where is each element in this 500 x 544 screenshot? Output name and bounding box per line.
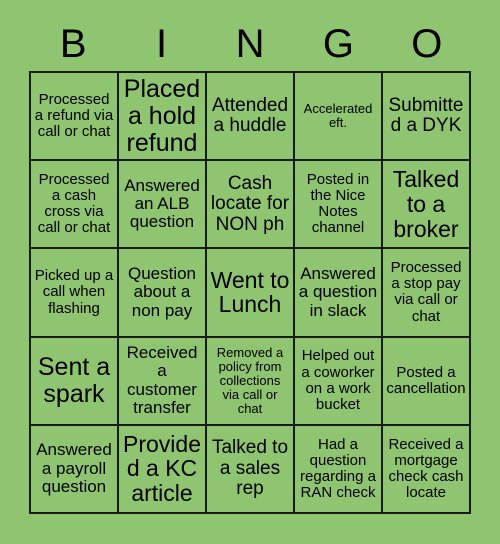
bingo-cell[interactable]: Talked to a sales rep xyxy=(207,425,295,514)
bingo-cell-label: Accelerated eft. xyxy=(303,101,373,131)
header-letter-i: I xyxy=(156,22,168,66)
bingo-cell[interactable]: Attended a huddle xyxy=(207,73,295,162)
bingo-cell-label: Processed a refund via call or chat xyxy=(34,90,114,141)
bingo-card: B I N G O Processed a refund via call or… xyxy=(0,0,500,544)
bingo-cell-label: Answered a question in slack xyxy=(298,263,378,320)
bingo-cell-label: Answered a payroll question xyxy=(36,440,112,497)
bingo-cell-label: Submitted a DYK xyxy=(388,94,464,137)
bingo-cell[interactable]: Answered a payroll question xyxy=(31,425,119,514)
bingo-cell[interactable]: Submitted a DYK xyxy=(383,73,471,162)
bingo-cell[interactable]: Went to Lunch xyxy=(207,249,295,338)
bingo-cell-label: Helped out a coworker on a work bucket xyxy=(301,347,375,413)
bingo-cell-label: Cash locate for NON ph xyxy=(210,172,290,235)
bingo-cell-label: Provided a KC article xyxy=(123,430,201,507)
bingo-cell[interactable]: Placed a hold refund xyxy=(119,73,207,162)
bingo-cell-label: Attended a huddle xyxy=(211,94,289,137)
bingo-cell-label: Removed a policy from collections via ca… xyxy=(216,344,284,416)
bingo-cell-label: Posted a cancellation xyxy=(386,363,466,397)
bingo-cell-label: Received a mortgage check cash locate xyxy=(388,435,464,502)
bingo-cell-label: Picked up a call when flashing xyxy=(34,267,114,317)
bingo-cell[interactable]: Processed a refund via call or chat xyxy=(31,73,119,162)
bingo-cell-label: Went to Lunch xyxy=(210,266,290,318)
bingo-grid: Processed a refund via call or chat Plac… xyxy=(29,71,471,514)
bingo-cell[interactable]: Sent a spark xyxy=(31,337,119,426)
bingo-cell[interactable]: Received a customer transfer xyxy=(119,337,207,426)
bingo-cell-label: Talked to a broker xyxy=(392,166,460,242)
bingo-cell-label: Placed a hold refund xyxy=(123,74,201,157)
bingo-cell-label: Sent a spark xyxy=(37,352,111,408)
bingo-cell[interactable]: Question about a non pay xyxy=(119,249,207,338)
bingo-cell[interactable]: Processed a stop pay via call or chat xyxy=(383,249,471,338)
bingo-cell[interactable]: Accelerated eft. xyxy=(295,73,383,162)
bingo-cell[interactable]: Cash locate for NON ph xyxy=(207,161,295,250)
bingo-cell[interactable]: Picked up a call when flashing xyxy=(31,249,119,338)
bingo-cell[interactable]: Received a mortgage check cash locate xyxy=(383,425,471,514)
bingo-cell[interactable]: Removed a policy from collections via ca… xyxy=(207,337,295,426)
bingo-cell[interactable]: Helped out a coworker on a work bucket xyxy=(295,337,383,426)
header-letter-o: O xyxy=(411,22,443,66)
header-letter-n: N xyxy=(235,22,265,66)
bingo-cell-label: Posted in the Nice Notes channel xyxy=(306,170,370,237)
header-letter-b: B xyxy=(59,22,87,66)
bingo-cell[interactable]: Answered a question in slack xyxy=(295,249,383,338)
bingo-cell-label: Had a question regarding a RAN check xyxy=(300,435,376,502)
bingo-cell[interactable]: Talked to a broker xyxy=(383,161,471,250)
bingo-cell-label: Processed a cash cross via call or chat xyxy=(37,170,111,237)
bingo-cell[interactable]: Processed a cash cross via call or chat xyxy=(31,161,119,250)
bingo-cell-label: Received a customer transfer xyxy=(126,342,198,418)
bingo-cell[interactable]: Provided a KC article xyxy=(119,425,207,514)
bingo-cell-label: Processed a stop pay via call or chat xyxy=(390,259,462,325)
bingo-cell-label: Answered an ALB question xyxy=(124,175,200,232)
bingo-header: B I N G O xyxy=(29,17,471,71)
bingo-cell[interactable]: Posted a cancellation xyxy=(383,337,471,426)
header-letter-g: G xyxy=(322,22,354,66)
bingo-cell[interactable]: Posted in the Nice Notes channel xyxy=(295,161,383,250)
bingo-cell[interactable]: Had a question regarding a RAN check xyxy=(295,425,383,514)
bingo-cell[interactable]: Answered an ALB question xyxy=(119,161,207,250)
bingo-cell-label: Question about a non pay xyxy=(127,263,197,320)
bingo-cell-label: Talked to a sales rep xyxy=(211,437,289,500)
